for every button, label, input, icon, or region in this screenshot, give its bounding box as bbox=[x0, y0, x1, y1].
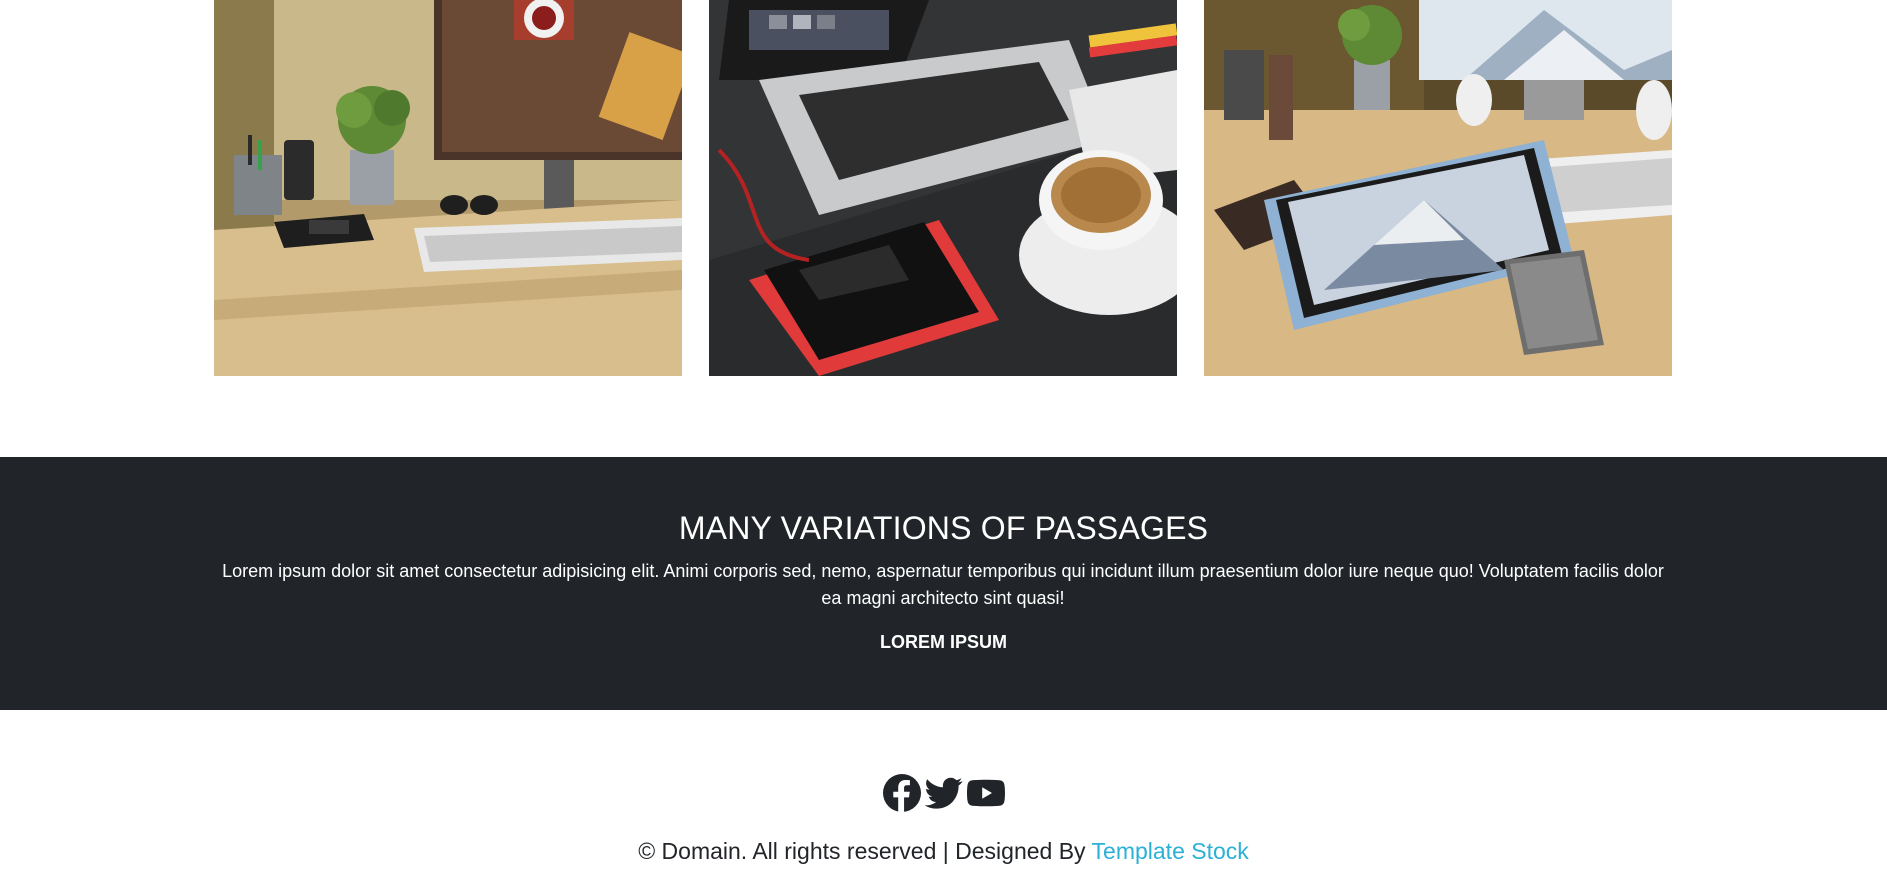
info-banner: MANY VARIATIONS OF PASSAGES Lorem ipsum … bbox=[0, 457, 1887, 710]
desk-photo bbox=[214, 0, 682, 376]
banner-lorem-ipsum-link[interactable]: LOREM IPSUM bbox=[0, 632, 1887, 653]
copyright-prefix: © Domain. All rights reserved | Designed… bbox=[638, 838, 1092, 864]
laptop-photo bbox=[709, 0, 1177, 376]
gallery-image-tablet[interactable] bbox=[1204, 0, 1672, 376]
copyright-text: © Domain. All rights reserved | Designed… bbox=[0, 838, 1887, 865]
facebook-icon[interactable] bbox=[882, 774, 921, 812]
banner-title: MANY VARIATIONS OF PASSAGES bbox=[678, 510, 1209, 546]
template-stock-link[interactable]: Template Stock bbox=[1092, 838, 1249, 864]
banner-description: Lorem ipsum dolor sit amet consectetur a… bbox=[222, 561, 1664, 608]
gallery-image-desk[interactable] bbox=[214, 0, 682, 376]
twitter-icon[interactable] bbox=[924, 774, 963, 812]
page-footer: © Domain. All rights reserved | Designed… bbox=[0, 710, 1887, 887]
youtube-icon[interactable] bbox=[966, 774, 1005, 812]
tablet-photo bbox=[1204, 0, 1672, 376]
gallery-image-laptop[interactable] bbox=[709, 0, 1177, 376]
photo-gallery bbox=[0, 0, 1887, 376]
social-links bbox=[0, 774, 1887, 814]
